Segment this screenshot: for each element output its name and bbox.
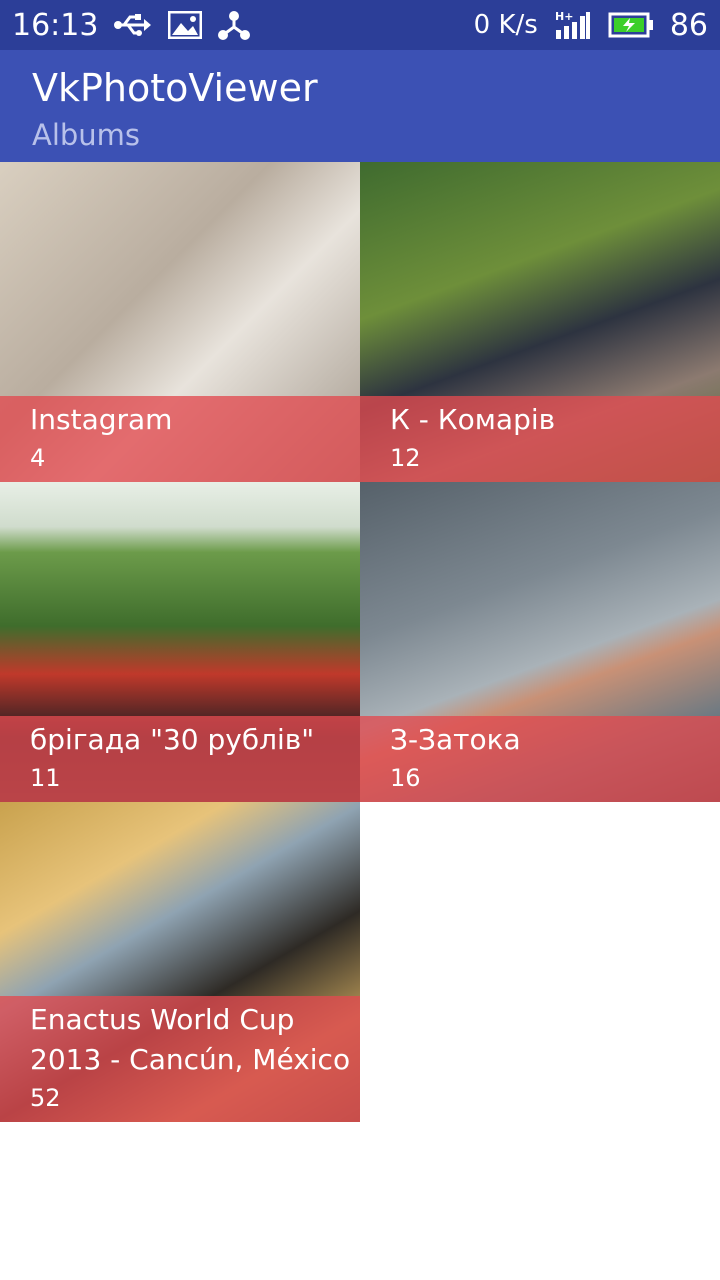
album-title: брігада "30 рублів"	[30, 723, 315, 756]
battery-charging-icon	[608, 12, 654, 38]
album-tile[interactable]: З-Затока 16	[360, 482, 720, 802]
album-caption: К - Комарів 12	[360, 396, 720, 482]
album-title: З-Затока	[390, 723, 521, 756]
album-photo-count: 12	[390, 444, 421, 472]
share-icon	[218, 10, 251, 40]
signal-h-plus-icon: H+	[554, 10, 592, 40]
album-photo-count: 52	[30, 1084, 61, 1112]
battery-percent: 86	[669, 7, 708, 43]
app-title: VkPhotoViewer	[32, 66, 318, 110]
album-caption: З-Затока 16	[360, 716, 720, 802]
app-subtitle: Albums	[32, 118, 141, 152]
status-bar: 16:13 0 K/s H+ 86	[0, 0, 720, 50]
album-tile[interactable]: К - Комарів 12	[360, 162, 720, 482]
album-caption: Enactus World Cup 2013 - Cancún, México …	[0, 996, 360, 1122]
status-time: 16:13	[12, 7, 99, 43]
album-photo-count: 4	[30, 444, 46, 472]
status-left: 16:13	[12, 7, 251, 43]
network-speed: 0 K/s	[473, 10, 538, 40]
album-caption: Instagram 4	[0, 396, 360, 482]
album-photo-count: 11	[30, 764, 61, 792]
album-tile[interactable]: Instagram 4	[0, 162, 360, 482]
album-title: К - Комарів	[390, 403, 556, 436]
app-bar: VkPhotoViewer Albums	[0, 50, 720, 162]
album-title: Instagram	[30, 403, 173, 436]
album-tile[interactable]: брігада "30 рублів" 11	[0, 482, 360, 802]
usb-icon	[114, 13, 152, 37]
status-right: 0 K/s H+ 86	[474, 8, 708, 43]
image-icon	[168, 11, 203, 39]
album-title: Enactus World Cup 2013 - Cancún, México	[30, 1003, 351, 1076]
album-caption: брігада "30 рублів" 11	[0, 716, 360, 802]
album-tile[interactable]: Enactus World Cup 2013 - Cancún, México …	[0, 802, 360, 1122]
svg-text:H+: H+	[555, 10, 573, 23]
album-photo-count: 16	[390, 764, 421, 792]
